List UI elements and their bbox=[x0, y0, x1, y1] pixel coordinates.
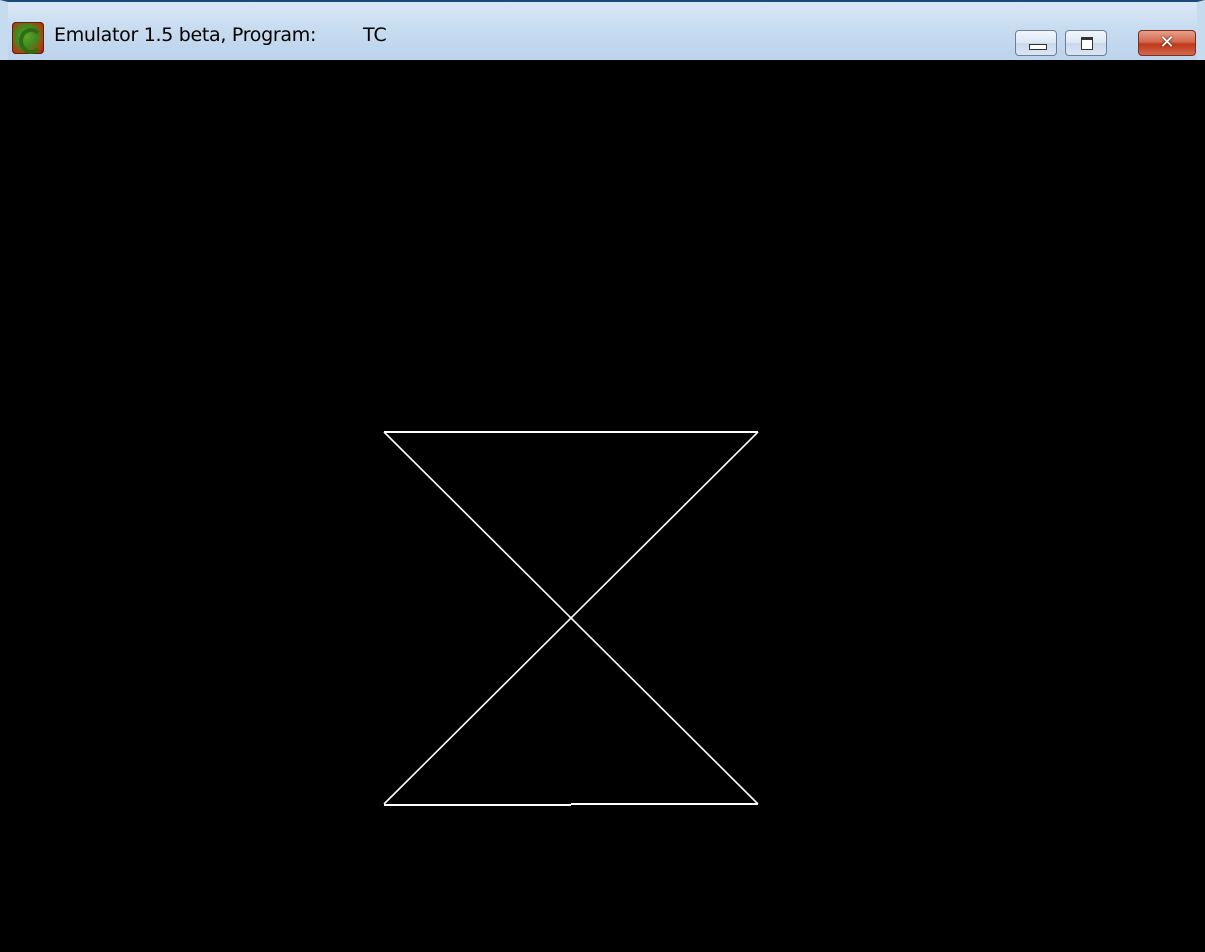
emulator-display[interactable] bbox=[8, 60, 1205, 952]
minimize-icon bbox=[1029, 44, 1047, 50]
program-name: TC bbox=[363, 24, 387, 46]
close-button[interactable]: ✕ bbox=[1138, 30, 1196, 56]
emulator-window: Emulator 1.5 beta, Program: TC ✕ bbox=[0, 0, 1205, 952]
window-title: Emulator 1.5 beta, Program: bbox=[54, 24, 317, 46]
title-bar[interactable]: Emulator 1.5 beta, Program: TC ✕ bbox=[0, 0, 1205, 60]
maximize-button[interactable] bbox=[1065, 30, 1107, 56]
app-icon[interactable] bbox=[12, 22, 44, 54]
drawing-surface bbox=[383, 431, 759, 806]
close-icon: ✕ bbox=[1159, 32, 1175, 53]
minimize-button[interactable] bbox=[1015, 30, 1057, 56]
maximize-icon bbox=[1081, 37, 1093, 50]
